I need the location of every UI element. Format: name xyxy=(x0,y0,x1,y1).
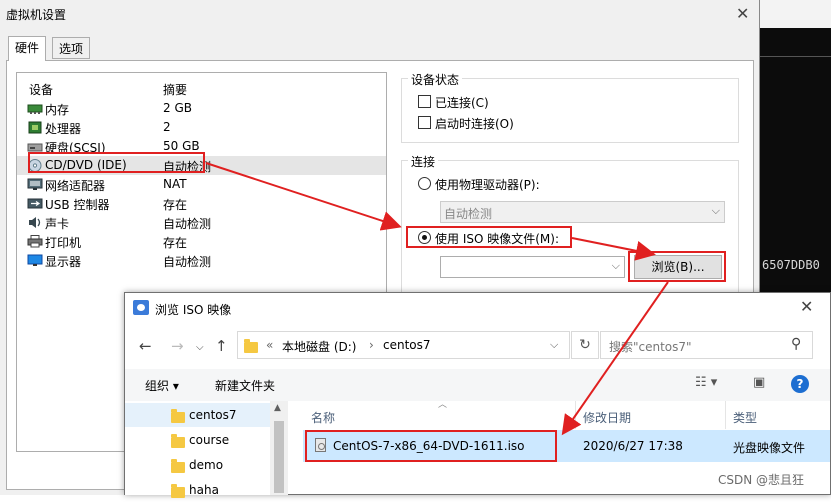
arrow-cdrom-to-iso xyxy=(205,162,402,231)
tab-hardware[interactable]: 硬件 xyxy=(8,36,47,61)
arrow-browse-to-file xyxy=(561,281,669,436)
arrow-iso-to-browse xyxy=(571,237,656,261)
watermark: CSDN @悲且狂 xyxy=(718,473,805,487)
annotation-arrows xyxy=(205,162,669,436)
